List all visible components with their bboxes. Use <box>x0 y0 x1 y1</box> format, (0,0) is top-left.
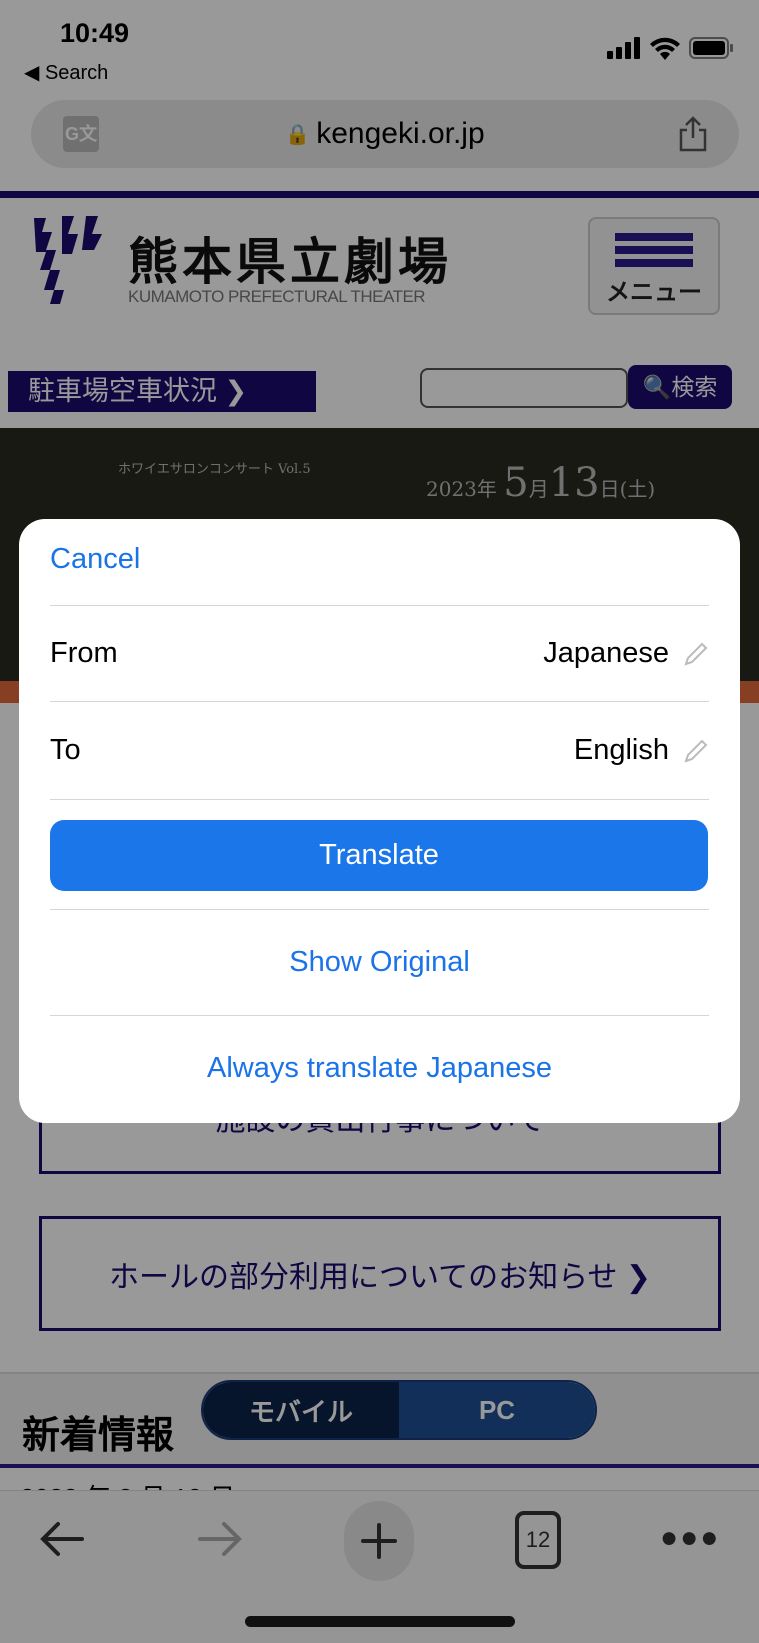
translate-button[interactable]: Translate <box>50 820 708 891</box>
from-label: From <box>50 637 118 669</box>
cancel-button[interactable]: Cancel <box>50 543 709 576</box>
show-original-button[interactable]: Show Original <box>50 910 709 1015</box>
pencil-icon <box>684 739 708 763</box>
from-language-row[interactable]: From Japanese <box>50 606 709 701</box>
to-value: English <box>573 734 669 766</box>
translate-sheet: Cancel From Japanese To English Translat… <box>19 519 740 1123</box>
from-value: Japanese <box>543 637 669 669</box>
always-translate-button[interactable]: Always translate Japanese <box>50 1016 709 1120</box>
to-label: To <box>50 734 81 766</box>
pencil-icon <box>684 642 708 666</box>
home-indicator <box>245 1616 515 1627</box>
to-language-row[interactable]: To English <box>50 702 709 799</box>
divider <box>50 799 709 800</box>
